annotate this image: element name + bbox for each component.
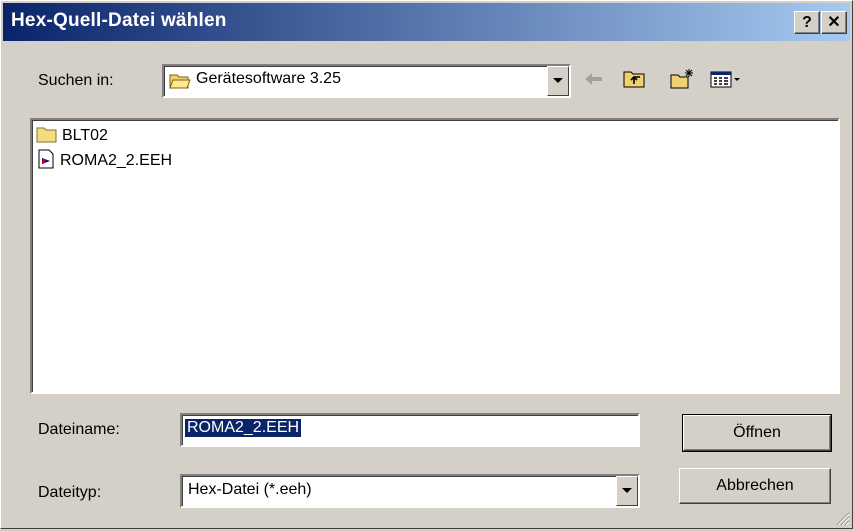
file-list[interactable]: BLT02 ROMA2_2.EEH bbox=[30, 118, 840, 394]
look-in-value: Gerätesoftware 3.25 bbox=[196, 70, 341, 87]
new-folder-icon[interactable] bbox=[669, 67, 695, 91]
filetype-value: Hex-Datei (*.eeh) bbox=[188, 481, 312, 498]
view-menu-icon[interactable] bbox=[709, 67, 749, 91]
dialog-title: Hex-Quell-Datei wählen bbox=[11, 10, 227, 31]
look-in-label: Suchen in: bbox=[38, 72, 114, 89]
help-button[interactable]: ? bbox=[794, 11, 820, 34]
resize-grip-icon[interactable] bbox=[834, 510, 850, 526]
folder-open-icon bbox=[169, 72, 191, 95]
close-button[interactable]: ✕ bbox=[821, 11, 847, 34]
up-folder-icon[interactable] bbox=[621, 67, 647, 91]
back-arrow-icon[interactable] bbox=[581, 67, 607, 91]
file-name: ROMA2_2.EEH bbox=[60, 152, 173, 169]
look-in-combo[interactable]: Gerätesoftware 3.25 bbox=[162, 64, 571, 98]
cancel-button[interactable]: Abbrechen bbox=[679, 468, 831, 504]
list-item[interactable]: ROMA2_2.EEH bbox=[36, 149, 173, 174]
file-name: BLT02 bbox=[62, 127, 108, 144]
filetype-dropdown-button[interactable] bbox=[616, 476, 638, 506]
filename-label: Dateiname: bbox=[38, 421, 120, 438]
filename-value: ROMA2_2.EEH bbox=[185, 419, 302, 437]
folder-icon bbox=[36, 125, 58, 148]
filetype-label: Dateityp: bbox=[38, 484, 102, 501]
filename-field[interactable]: ROMA2_2.EEH bbox=[180, 413, 640, 447]
open-button[interactable]: Öffnen bbox=[682, 414, 832, 452]
file-open-dialog: Hex-Quell-Datei wählen ? ✕ Suchen in: Ge… bbox=[0, 0, 853, 529]
filetype-select[interactable]: Hex-Datei (*.eeh) bbox=[180, 474, 640, 508]
file-icon bbox=[36, 149, 56, 174]
look-in-dropdown-button[interactable] bbox=[547, 66, 569, 96]
title-bar[interactable]: Hex-Quell-Datei wählen ? ✕ bbox=[3, 3, 850, 41]
list-item[interactable]: BLT02 bbox=[36, 125, 108, 147]
